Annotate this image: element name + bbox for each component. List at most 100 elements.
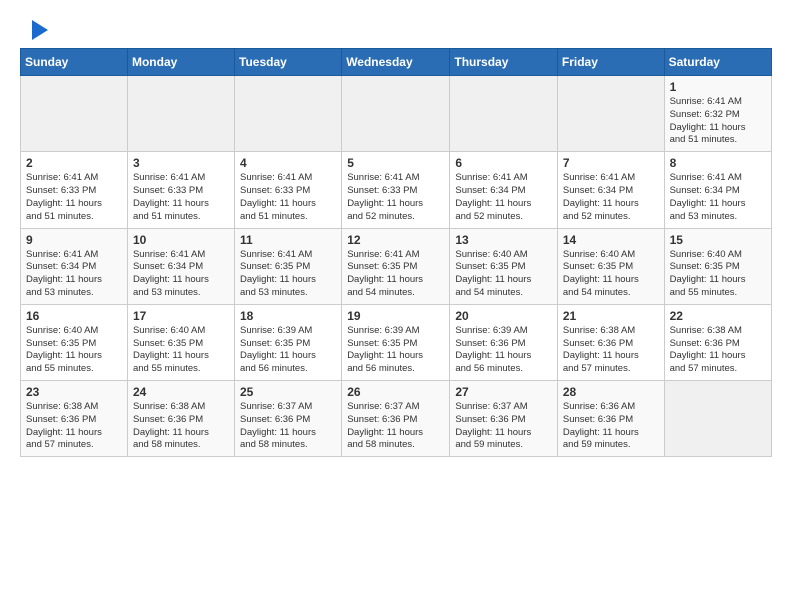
calendar-week-5: 23 Sunrise: 6:38 AM Sunset: 6:36 PM Dayli… (21, 381, 772, 457)
calendar-cell: 6Sunrise: 6:41 AM Sunset: 6:34 PM Daylig… (450, 152, 558, 228)
day-number: 8 (670, 156, 766, 170)
calendar-cell: 11 Sunrise: 6:41 AM Sunset: 6:35 PM Dayli… (235, 228, 342, 304)
day-number: 4 (240, 156, 336, 170)
day-number: 25 (240, 385, 336, 399)
calendar-week-2: 2Sunrise: 6:41 AM Sunset: 6:33 PM Daylig… (21, 152, 772, 228)
day-number: 15 (670, 233, 766, 247)
day-info: Sunrise: 6:38 AM Sunset: 6:36 PM Dayligh… (670, 325, 766, 376)
calendar-cell (557, 76, 664, 152)
day-info: Sunrise: 6:41 AM Sunset: 6:35 PM Dayligh… (240, 249, 336, 300)
day-number: 5 (347, 156, 444, 170)
header (20, 16, 772, 40)
day-info: Sunrise: 6:41 AM Sunset: 6:34 PM Dayligh… (670, 172, 766, 223)
weekday-sunday: Sunday (21, 49, 128, 76)
calendar-cell: 16 Sunrise: 6:40 AM Sunset: 6:35 PM Dayli… (21, 304, 128, 380)
day-number: 28 (563, 385, 659, 399)
calendar-cell: 13 Sunrise: 6:40 AM Sunset: 6:35 PM Dayli… (450, 228, 558, 304)
calendar-cell (664, 381, 771, 457)
calendar-cell: 20 Sunrise: 6:39 AM Sunset: 6:36 PM Dayli… (450, 304, 558, 380)
calendar-cell: 14 Sunrise: 6:40 AM Sunset: 6:35 PM Dayli… (557, 228, 664, 304)
day-info: Sunrise: 6:39 AM Sunset: 6:36 PM Dayligh… (455, 325, 552, 376)
day-info: Sunrise: 6:41 AM Sunset: 6:34 PM Dayligh… (455, 172, 552, 223)
day-info: Sunrise: 6:38 AM Sunset: 6:36 PM Dayligh… (133, 401, 229, 452)
logo (20, 16, 50, 40)
day-number: 9 (26, 233, 122, 247)
calendar-cell: 18 Sunrise: 6:39 AM Sunset: 6:35 PM Dayli… (235, 304, 342, 380)
day-info: Sunrise: 6:38 AM Sunset: 6:36 PM Dayligh… (26, 401, 122, 452)
day-info: Sunrise: 6:41 AM Sunset: 6:33 PM Dayligh… (133, 172, 229, 223)
day-info: Sunrise: 6:39 AM Sunset: 6:35 PM Dayligh… (240, 325, 336, 376)
logo-icon (22, 16, 50, 44)
calendar-week-1: 1 Sunrise: 6:41 AM Sunset: 6:32 PM Daylig… (21, 76, 772, 152)
day-number: 7 (563, 156, 659, 170)
day-number: 14 (563, 233, 659, 247)
calendar-cell: 27 Sunrise: 6:37 AM Sunset: 6:36 PM Dayli… (450, 381, 558, 457)
day-number: 26 (347, 385, 444, 399)
calendar-cell: 2Sunrise: 6:41 AM Sunset: 6:33 PM Daylig… (21, 152, 128, 228)
calendar-cell (342, 76, 450, 152)
day-number: 21 (563, 309, 659, 323)
page: SundayMondayTuesdayWednesdayThursdayFrid… (0, 0, 792, 473)
day-info: Sunrise: 6:41 AM Sunset: 6:33 PM Dayligh… (347, 172, 444, 223)
day-number: 12 (347, 233, 444, 247)
calendar-cell: 21 Sunrise: 6:38 AM Sunset: 6:36 PM Dayli… (557, 304, 664, 380)
day-info: Sunrise: 6:37 AM Sunset: 6:36 PM Dayligh… (240, 401, 336, 452)
calendar-cell: 12 Sunrise: 6:41 AM Sunset: 6:35 PM Dayli… (342, 228, 450, 304)
day-info: Sunrise: 6:38 AM Sunset: 6:36 PM Dayligh… (563, 325, 659, 376)
day-number: 24 (133, 385, 229, 399)
calendar-cell: 4Sunrise: 6:41 AM Sunset: 6:33 PM Daylig… (235, 152, 342, 228)
calendar-cell: 19 Sunrise: 6:39 AM Sunset: 6:35 PM Dayli… (342, 304, 450, 380)
day-info: Sunrise: 6:40 AM Sunset: 6:35 PM Dayligh… (133, 325, 229, 376)
weekday-saturday: Saturday (664, 49, 771, 76)
calendar-cell: 7 Sunrise: 6:41 AM Sunset: 6:34 PM Daylig… (557, 152, 664, 228)
day-info: Sunrise: 6:40 AM Sunset: 6:35 PM Dayligh… (563, 249, 659, 300)
day-number: 1 (670, 80, 766, 94)
weekday-monday: Monday (127, 49, 234, 76)
calendar-cell: 28 Sunrise: 6:36 AM Sunset: 6:36 PM Dayli… (557, 381, 664, 457)
calendar-cell: 23 Sunrise: 6:38 AM Sunset: 6:36 PM Dayli… (21, 381, 128, 457)
day-number: 22 (670, 309, 766, 323)
calendar-cell: 8 Sunrise: 6:41 AM Sunset: 6:34 PM Daylig… (664, 152, 771, 228)
calendar-cell: 9 Sunrise: 6:41 AM Sunset: 6:34 PM Daylig… (21, 228, 128, 304)
day-info: Sunrise: 6:41 AM Sunset: 6:34 PM Dayligh… (26, 249, 122, 300)
day-number: 23 (26, 385, 122, 399)
day-number: 27 (455, 385, 552, 399)
day-number: 11 (240, 233, 336, 247)
day-info: Sunrise: 6:41 AM Sunset: 6:33 PM Dayligh… (26, 172, 122, 223)
day-info: Sunrise: 6:40 AM Sunset: 6:35 PM Dayligh… (26, 325, 122, 376)
calendar-cell: 3 Sunrise: 6:41 AM Sunset: 6:33 PM Daylig… (127, 152, 234, 228)
calendar-cell: 15 Sunrise: 6:40 AM Sunset: 6:35 PM Dayli… (664, 228, 771, 304)
calendar-cell: 10 Sunrise: 6:41 AM Sunset: 6:34 PM Dayli… (127, 228, 234, 304)
calendar-cell (235, 76, 342, 152)
day-info: Sunrise: 6:37 AM Sunset: 6:36 PM Dayligh… (347, 401, 444, 452)
day-number: 18 (240, 309, 336, 323)
day-info: Sunrise: 6:41 AM Sunset: 6:34 PM Dayligh… (133, 249, 229, 300)
day-number: 16 (26, 309, 122, 323)
day-info: Sunrise: 6:41 AM Sunset: 6:32 PM Dayligh… (670, 96, 766, 147)
calendar-cell (450, 76, 558, 152)
day-info: Sunrise: 6:39 AM Sunset: 6:35 PM Dayligh… (347, 325, 444, 376)
day-info: Sunrise: 6:37 AM Sunset: 6:36 PM Dayligh… (455, 401, 552, 452)
weekday-wednesday: Wednesday (342, 49, 450, 76)
weekday-tuesday: Tuesday (235, 49, 342, 76)
weekday-thursday: Thursday (450, 49, 558, 76)
calendar-cell: 26 Sunrise: 6:37 AM Sunset: 6:36 PM Dayli… (342, 381, 450, 457)
day-number: 20 (455, 309, 552, 323)
calendar-cell: 1 Sunrise: 6:41 AM Sunset: 6:32 PM Daylig… (664, 76, 771, 152)
day-number: 19 (347, 309, 444, 323)
day-info: Sunrise: 6:40 AM Sunset: 6:35 PM Dayligh… (670, 249, 766, 300)
day-info: Sunrise: 6:41 AM Sunset: 6:35 PM Dayligh… (347, 249, 444, 300)
weekday-friday: Friday (557, 49, 664, 76)
day-info: Sunrise: 6:41 AM Sunset: 6:34 PM Dayligh… (563, 172, 659, 223)
calendar-table: SundayMondayTuesdayWednesdayThursdayFrid… (20, 48, 772, 457)
day-number: 10 (133, 233, 229, 247)
calendar-cell: 5 Sunrise: 6:41 AM Sunset: 6:33 PM Daylig… (342, 152, 450, 228)
calendar-week-3: 9 Sunrise: 6:41 AM Sunset: 6:34 PM Daylig… (21, 228, 772, 304)
day-info: Sunrise: 6:40 AM Sunset: 6:35 PM Dayligh… (455, 249, 552, 300)
day-number: 3 (133, 156, 229, 170)
day-info: Sunrise: 6:36 AM Sunset: 6:36 PM Dayligh… (563, 401, 659, 452)
day-number: 13 (455, 233, 552, 247)
calendar-cell: 22 Sunrise: 6:38 AM Sunset: 6:36 PM Dayli… (664, 304, 771, 380)
calendar-cell: 24 Sunrise: 6:38 AM Sunset: 6:36 PM Dayli… (127, 381, 234, 457)
calendar-cell (127, 76, 234, 152)
